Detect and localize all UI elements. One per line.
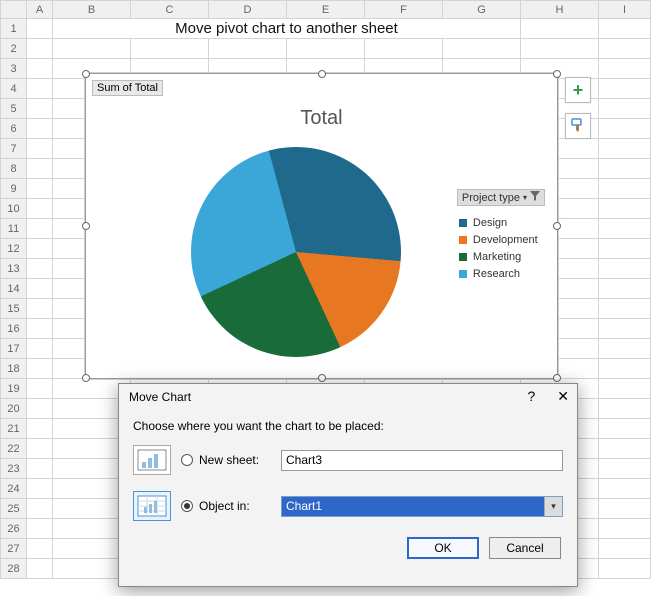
row-header[interactable]: 2 [1, 39, 27, 59]
close-button[interactable]: ✕ [557, 388, 569, 405]
chart-title: Total [86, 107, 557, 130]
col-header-E[interactable]: E [287, 1, 365, 19]
chart-legend[interactable]: Project type ▾ Design Development Market… [457, 189, 545, 285]
pivot-chart[interactable]: Sum of Total Total Project type ▾ Design… [85, 73, 558, 379]
select-all-cell[interactable] [1, 1, 27, 19]
row-header[interactable]: 28 [1, 559, 27, 579]
resize-handle[interactable] [553, 222, 561, 230]
col-header-A[interactable]: A [27, 1, 53, 19]
row-header[interactable]: 17 [1, 339, 27, 359]
object-in-icon [133, 491, 171, 521]
legend-swatch-icon [459, 270, 467, 278]
legend-item: Research [459, 268, 543, 280]
plus-icon: + [573, 80, 584, 101]
row-header[interactable]: 9 [1, 179, 27, 199]
legend-header-label: Project type [462, 192, 520, 204]
page-title: Move pivot chart to another sheet [53, 19, 521, 39]
col-header-G[interactable]: G [443, 1, 521, 19]
row-header[interactable]: 14 [1, 279, 27, 299]
row-header[interactable]: 6 [1, 119, 27, 139]
ok-button[interactable]: OK [407, 537, 479, 559]
new-sheet-name-input[interactable] [281, 450, 563, 471]
new-sheet-radio[interactable]: New sheet: [181, 453, 271, 467]
legend-label: Marketing [473, 251, 521, 263]
col-header-I[interactable]: I [599, 1, 651, 19]
resize-handle[interactable] [553, 70, 561, 78]
row-header[interactable]: 24 [1, 479, 27, 499]
cancel-button[interactable]: Cancel [489, 537, 561, 559]
chevron-down-icon: ▾ [544, 497, 562, 516]
legend-swatch-icon [459, 219, 467, 227]
legend-label: Design [473, 217, 507, 229]
row-header[interactable]: 3 [1, 59, 27, 79]
resize-handle[interactable] [553, 374, 561, 382]
legend-swatch-icon [459, 253, 467, 261]
row-header[interactable]: 16 [1, 319, 27, 339]
col-header-H[interactable]: H [521, 1, 599, 19]
legend-swatch-icon [459, 236, 467, 244]
combo-value: Chart1 [286, 499, 322, 513]
row-header[interactable]: 15 [1, 299, 27, 319]
dialog-title: Move Chart [129, 390, 191, 404]
row-header[interactable]: 25 [1, 499, 27, 519]
legend-item: Development [459, 234, 543, 246]
row-header[interactable]: 1 [1, 19, 27, 39]
row-header[interactable]: 23 [1, 459, 27, 479]
chart-elements-button[interactable]: + [565, 77, 591, 103]
col-header-D[interactable]: D [209, 1, 287, 19]
paintbrush-icon [570, 117, 586, 136]
legend-label: Research [473, 268, 520, 280]
row-header[interactable]: 11 [1, 219, 27, 239]
resize-handle[interactable] [318, 70, 326, 78]
chart-styles-button[interactable] [565, 113, 591, 139]
new-sheet-label: New sheet: [199, 453, 259, 467]
object-in-label: Object in: [199, 499, 250, 513]
legend-label: Development [473, 234, 538, 246]
resize-handle[interactable] [82, 70, 90, 78]
row-header[interactable]: 19 [1, 379, 27, 399]
dialog-prompt: Choose where you want the chart to be pl… [133, 419, 563, 433]
dropdown-arrow-icon: ▾ [523, 193, 527, 202]
resize-handle[interactable] [318, 374, 326, 382]
row-header[interactable]: 5 [1, 99, 27, 119]
new-sheet-icon [133, 445, 171, 475]
help-button[interactable]: ? [527, 388, 535, 405]
row-header[interactable]: 27 [1, 539, 27, 559]
move-chart-dialog: Move Chart ? ✕ Choose where you want the… [118, 383, 578, 587]
object-in-radio[interactable]: Object in: [181, 499, 271, 513]
legend-item: Marketing [459, 251, 543, 263]
col-header-C[interactable]: C [131, 1, 209, 19]
radio-icon [181, 454, 193, 466]
row-header[interactable]: 10 [1, 199, 27, 219]
row-header[interactable]: 13 [1, 259, 27, 279]
row-header[interactable]: 7 [1, 139, 27, 159]
pie-plot-area[interactable] [167, 123, 424, 380]
resize-handle[interactable] [82, 222, 90, 230]
row-header[interactable]: 22 [1, 439, 27, 459]
legend-field-button[interactable]: Project type ▾ [457, 189, 545, 206]
row-header[interactable]: 26 [1, 519, 27, 539]
legend-item: Design [459, 217, 543, 229]
row-header[interactable]: 20 [1, 399, 27, 419]
row-header[interactable]: 18 [1, 359, 27, 379]
col-header-B[interactable]: B [53, 1, 131, 19]
row-header[interactable]: 8 [1, 159, 27, 179]
resize-handle[interactable] [82, 374, 90, 382]
object-in-combo[interactable]: Chart1 ▾ [281, 496, 563, 517]
col-header-F[interactable]: F [365, 1, 443, 19]
filter-icon [530, 191, 540, 204]
row-header[interactable]: 4 [1, 79, 27, 99]
pivot-field-button[interactable]: Sum of Total [92, 80, 163, 96]
row-header[interactable]: 21 [1, 419, 27, 439]
row-header[interactable]: 12 [1, 239, 27, 259]
radio-icon [181, 500, 193, 512]
